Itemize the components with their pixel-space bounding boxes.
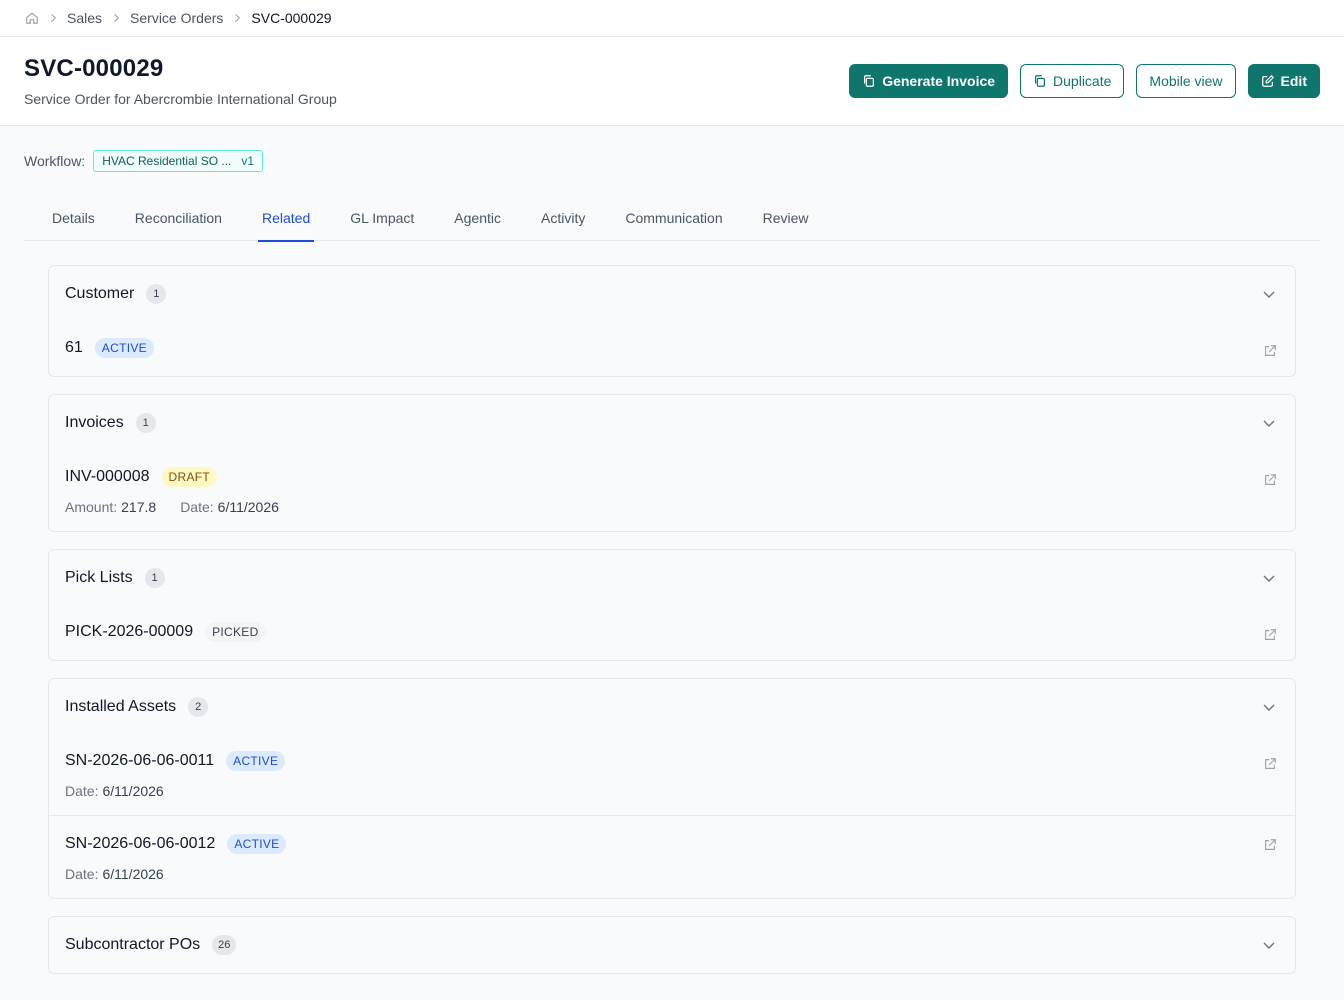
section-header[interactable]: Subcontractor POs 26 — [49, 917, 1295, 973]
date-label: Date: — [65, 866, 99, 882]
date-label: Date: — [180, 499, 214, 515]
copy-icon — [1035, 75, 1046, 87]
section-title: Installed Assets — [65, 698, 177, 715]
installed-assets-section: Installed Assets 2 SN-2026-06-06-0011 AC… — [48, 678, 1296, 899]
count-badge: 26 — [212, 935, 237, 955]
count-badge: 2 — [188, 697, 209, 717]
breadcrumb-sales[interactable]: Sales — [67, 10, 102, 26]
edit-button[interactable]: Edit — [1247, 64, 1320, 98]
count-badge: 1 — [146, 284, 167, 304]
external-link-icon[interactable] — [1263, 757, 1277, 771]
chevron-down-icon[interactable] — [1261, 570, 1277, 586]
date-value: 6/11/2026 — [102, 866, 164, 882]
count-badge: 1 — [144, 568, 165, 588]
item-title[interactable]: 61 — [65, 339, 83, 357]
tab-related[interactable]: Related — [242, 194, 330, 242]
chevron-right-icon — [102, 12, 130, 24]
tab-reconciliation[interactable]: Reconciliation — [115, 194, 242, 241]
status-badge: ACTIVE — [94, 338, 154, 358]
list-item: INV-000008 DRAFT Amount: 217.8 Date: 6/11/… — [49, 451, 1295, 531]
external-link-icon[interactable] — [1263, 628, 1277, 642]
edit-icon — [1261, 74, 1274, 87]
date-value: 6/11/2026 — [102, 783, 164, 799]
breadcrumb-service-orders[interactable]: Service Orders — [130, 10, 223, 26]
section-title: Customer — [65, 285, 135, 302]
list-item: SN-2026-06-06-0011 ACTIVE Date: 6/11/2026 — [49, 735, 1295, 815]
tab-activity[interactable]: Activity — [521, 194, 605, 241]
page-title: SVC-000029 — [24, 55, 164, 82]
tab-details[interactable]: Details — [32, 194, 115, 241]
chevron-down-icon[interactable] — [1261, 415, 1277, 431]
header-actions: Generate Invoice Duplicate Mobile view E… — [849, 64, 1320, 98]
tab-review[interactable]: Review — [743, 194, 829, 241]
section-title: Invoices — [65, 414, 124, 431]
list-item: SN-2026-06-06-0012 ACTIVE Date: 6/11/2026 — [49, 815, 1295, 898]
item-title[interactable]: PICK-2026-00009 — [65, 623, 193, 641]
section-title: Subcontractor POs — [65, 936, 201, 953]
status-badge: ACTIVE — [226, 751, 286, 771]
tab-communication[interactable]: Communication — [605, 194, 742, 241]
count-badge: 1 — [135, 413, 156, 433]
item-title[interactable]: SN-2026-06-06-0012 — [65, 835, 215, 853]
workflow-label: Workflow: — [24, 153, 86, 169]
section-header[interactable]: Customer 1 — [49, 266, 1295, 322]
external-link-icon[interactable] — [1263, 344, 1277, 358]
external-link-icon[interactable] — [1263, 473, 1277, 487]
customer-section: Customer 1 61 ACTIVE — [48, 265, 1296, 377]
chevron-down-icon[interactable] — [1261, 699, 1277, 715]
chevron-right-icon — [39, 12, 67, 24]
date-field: Date: 6/11/2026 — [65, 783, 164, 799]
page-header: SVC-000029 Service Order for Abercrombie… — [0, 37, 1344, 126]
pick-lists-section: Pick Lists 1 PICK-2026-00009 PICKED — [48, 549, 1296, 661]
tab-gl-impact[interactable]: GL Impact — [330, 194, 434, 241]
amount-value: 217.8 — [121, 499, 157, 515]
date-field: Date: 6/11/2026 — [180, 499, 279, 515]
date-field: Date: 6/11/2026 — [65, 866, 164, 882]
chevron-down-icon[interactable] — [1261, 937, 1277, 953]
chevron-down-icon[interactable] — [1261, 286, 1277, 302]
duplicate-button[interactable]: Duplicate — [1020, 64, 1125, 98]
list-item: 61 ACTIVE — [49, 322, 1295, 376]
mobile-view-button[interactable]: Mobile view — [1136, 64, 1236, 98]
workflow-name: HVAC Residential SO ... — [102, 154, 232, 168]
workflow-row: Workflow: HVAC Residential SO ... v1 — [24, 150, 264, 172]
workflow-version: v1 — [241, 154, 255, 168]
edit-label: Edit — [1280, 73, 1307, 89]
section-header[interactable]: Pick Lists 1 — [49, 550, 1295, 606]
section-header[interactable]: Invoices 1 — [49, 395, 1295, 451]
breadcrumb-current: SVC-000029 — [251, 10, 332, 26]
tab-bar: Details Reconciliation Related GL Impact… — [24, 194, 1320, 242]
external-link-icon[interactable] — [1263, 838, 1277, 852]
copy-icon — [864, 75, 875, 87]
mobile-view-label: Mobile view — [1149, 73, 1223, 89]
list-item: PICK-2026-00009 PICKED — [49, 606, 1295, 660]
breadcrumb: Sales Service Orders SVC-000029 — [0, 0, 1344, 37]
section-header[interactable]: Installed Assets 2 — [49, 679, 1295, 735]
chevron-right-icon — [223, 12, 251, 24]
tab-agentic[interactable]: Agentic — [434, 194, 521, 241]
page-subtitle: Service Order for Abercrombie Internatio… — [24, 91, 337, 107]
amount-label: Amount: — [65, 499, 118, 515]
related-sections: Customer 1 61 ACTIVE Invoices 1 INV-0000… — [48, 265, 1296, 991]
invoices-section: Invoices 1 INV-000008 DRAFT Amount: 217.8… — [48, 394, 1296, 532]
workflow-chip[interactable]: HVAC Residential SO ... v1 — [93, 150, 264, 172]
duplicate-label: Duplicate — [1053, 73, 1112, 89]
item-title[interactable]: INV-000008 — [65, 468, 150, 486]
item-title[interactable]: SN-2026-06-06-0011 — [65, 752, 214, 770]
home-icon[interactable] — [25, 11, 39, 25]
date-label: Date: — [65, 783, 99, 799]
date-value: 6/11/2026 — [217, 499, 279, 515]
status-badge: ACTIVE — [227, 834, 287, 854]
generate-invoice-label: Generate Invoice — [882, 73, 996, 89]
section-title: Pick Lists — [65, 569, 133, 586]
status-badge: DRAFT — [161, 467, 218, 487]
amount-field: Amount: 217.8 — [65, 499, 156, 515]
subcontractor-pos-section: Subcontractor POs 26 — [48, 916, 1296, 974]
generate-invoice-button[interactable]: Generate Invoice — [849, 64, 1009, 98]
status-badge: PICKED — [205, 622, 266, 642]
